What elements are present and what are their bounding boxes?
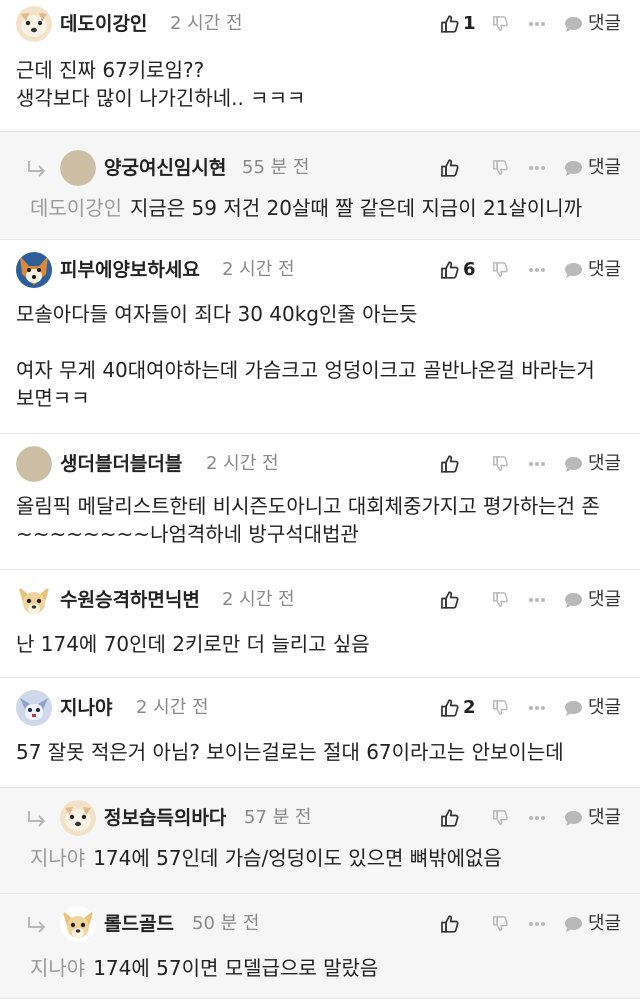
comment-nickname[interactable]: 양궁여신임시현: [104, 156, 226, 180]
dislike-button[interactable]: [492, 258, 512, 282]
comment-actions: 댓글: [440, 912, 626, 936]
avatar[interactable]: [16, 690, 52, 726]
comment-item: 수원승격하면닉변 2 시간 전 댓글난 174에 70인데 2키로만 더 늘리고 싶…: [0, 570, 640, 678]
comment-time: 2 시간 전: [136, 697, 209, 718]
avatar[interactable]: [60, 150, 96, 186]
mention-tag[interactable]: 지나야: [30, 846, 85, 870]
comment-body: 모솔아다들 여자들이 죄다 30 40kg인줄 아는듯 여자 무게 40대여야하…: [16, 302, 595, 410]
reply-button[interactable]: 댓글: [564, 12, 626, 36]
like-button[interactable]: [440, 806, 474, 830]
avatar[interactable]: [16, 446, 52, 482]
comment-body: 데도이강인 지금은 59 저건 20살때 짤 같은데 지금이 21살이니까: [30, 196, 583, 220]
reply-button[interactable]: 댓글: [564, 258, 626, 282]
mention-tag[interactable]: 지나야: [30, 956, 85, 980]
comment-item: 롤드골드 50 분 전 댓글지나야 174에 57이면 모델급으로 말랐음: [0, 894, 640, 999]
comment-time: 2 시간 전: [206, 453, 279, 474]
reply-button[interactable]: 댓글: [564, 588, 626, 612]
like-button[interactable]: [440, 156, 474, 180]
like-count: 1: [463, 13, 476, 34]
comment-body: 지나야 174에 57이면 모델급으로 말랐음: [30, 956, 379, 980]
reply-label: 댓글: [588, 13, 622, 34]
reply-button[interactable]: 댓글: [564, 452, 626, 476]
comment-actions: 2 댓글: [440, 696, 626, 720]
reply-button[interactable]: 댓글: [564, 912, 626, 936]
comment-actions: 댓글: [440, 452, 626, 476]
reply-label: 댓글: [588, 453, 622, 474]
reply-label: 댓글: [588, 589, 622, 610]
dislike-button[interactable]: [492, 912, 512, 936]
mention-tag[interactable]: 데도이강인: [30, 196, 122, 220]
comment-body: 근데 진짜 67키로임?? 생각보다 많이 나가긴하네.. ㅋㅋㅋ: [16, 58, 306, 110]
reply-button[interactable]: 댓글: [564, 696, 626, 720]
reply-arrow-icon: [26, 810, 48, 828]
dislike-button[interactable]: [492, 588, 512, 612]
avatar[interactable]: [60, 800, 96, 836]
comment-actions: 1 댓글: [440, 12, 626, 36]
comment-actions: 댓글: [440, 806, 626, 830]
comment-time: 2 시간 전: [222, 589, 295, 610]
like-count: 6: [463, 259, 476, 280]
comment-body: 지나야 174에 57인데 가슴/엉덩이도 있으면 뼈밖에없음: [30, 846, 502, 870]
like-count: 2: [463, 697, 476, 718]
comment-nickname[interactable]: 생더블더블더블: [60, 452, 182, 476]
avatar[interactable]: [16, 252, 52, 288]
avatar[interactable]: [16, 582, 52, 618]
comment-nickname[interactable]: 피부에양보하세요: [60, 258, 200, 282]
dislike-button[interactable]: [492, 696, 512, 720]
comment-item: 지나야 2 시간 전 2 댓글 57 잘못 적은거 아님? 보이는걸로는 절대 67이라…: [0, 678, 640, 788]
more-options-button[interactable]: [528, 452, 548, 476]
comment-body: 난 174에 70인데 2키로만 더 늘리고 싶음: [16, 632, 370, 656]
like-button[interactable]: 6: [440, 258, 476, 282]
comment-time: 2 시간 전: [170, 13, 243, 34]
reply-arrow-icon: [26, 160, 48, 178]
comment-nickname[interactable]: 수원승격하면닉변: [60, 588, 200, 612]
comment-time: 2 시간 전: [222, 259, 295, 280]
more-options-button[interactable]: [528, 588, 548, 612]
more-options-button[interactable]: [528, 12, 548, 36]
dislike-button[interactable]: [492, 452, 512, 476]
comment-item: 양궁여신임시현 55 분 전 댓글 데도이강인 지금은 59 저건 20살때 짤 같은데…: [0, 132, 640, 240]
comment-time: 57 분 전: [244, 807, 312, 828]
comment-item: 생더블더블더블 2 시간 전 댓글올림픽 메달리스트한테 비시즌도아니고 대회체중가…: [0, 434, 640, 570]
reply-label: 댓글: [588, 157, 622, 178]
like-button[interactable]: 2: [440, 696, 476, 720]
more-options-button[interactable]: [528, 696, 548, 720]
reply-button[interactable]: 댓글: [564, 156, 626, 180]
more-options-button[interactable]: [528, 806, 548, 830]
comment-nickname[interactable]: 지나야: [60, 696, 112, 720]
dislike-button[interactable]: [492, 12, 512, 36]
avatar[interactable]: [16, 6, 52, 42]
comment-actions: 댓글: [440, 588, 626, 612]
comment-nickname[interactable]: 데도이강인: [60, 12, 147, 36]
more-options-button[interactable]: [528, 156, 548, 180]
avatar[interactable]: [60, 906, 96, 942]
like-button[interactable]: [440, 588, 474, 612]
reply-label: 댓글: [588, 697, 622, 718]
like-button[interactable]: 1: [440, 12, 476, 36]
more-options-button[interactable]: [528, 912, 548, 936]
reply-button[interactable]: 댓글: [564, 806, 626, 830]
like-button[interactable]: [440, 452, 474, 476]
comment-nickname[interactable]: 롤드골드: [104, 912, 174, 936]
reply-label: 댓글: [588, 913, 622, 934]
comment-time: 50 분 전: [192, 913, 260, 934]
comment-body: 올림픽 메달리스트한테 비시즌도아니고 대회체중가지고 평가하는건 존~~~~~…: [16, 494, 600, 546]
comment-nickname[interactable]: 정보습득의바다: [104, 806, 226, 830]
more-options-button[interactable]: [528, 258, 548, 282]
reply-label: 댓글: [588, 807, 622, 828]
comment-item: 피부에양보하세요 2 시간 전 6 댓글모솔아다들 여자들이 죄다 30 40kg인줄…: [0, 240, 640, 434]
comment-item: 데도이강인 2 시간 전 1 댓글근데 진짜 67키로임?? 생각보다 많이 나가긴하…: [0, 0, 640, 132]
comment-time: 55 분 전: [242, 157, 310, 178]
dislike-button[interactable]: [492, 806, 512, 830]
reply-label: 댓글: [588, 259, 622, 280]
like-button[interactable]: [440, 912, 474, 936]
comment-item: 정보습득의바다 57 분 전 댓글지나야 174에 57인데 가슴/엉덩이도 있으면 …: [0, 788, 640, 894]
dislike-button[interactable]: [492, 156, 512, 180]
reply-arrow-icon: [26, 916, 48, 934]
comment-actions: 댓글: [440, 156, 626, 180]
comment-actions: 6 댓글: [440, 258, 626, 282]
comment-body: 57 잘못 적은거 아님? 보이는걸로는 절대 67이라고는 안보이는데: [16, 740, 564, 764]
